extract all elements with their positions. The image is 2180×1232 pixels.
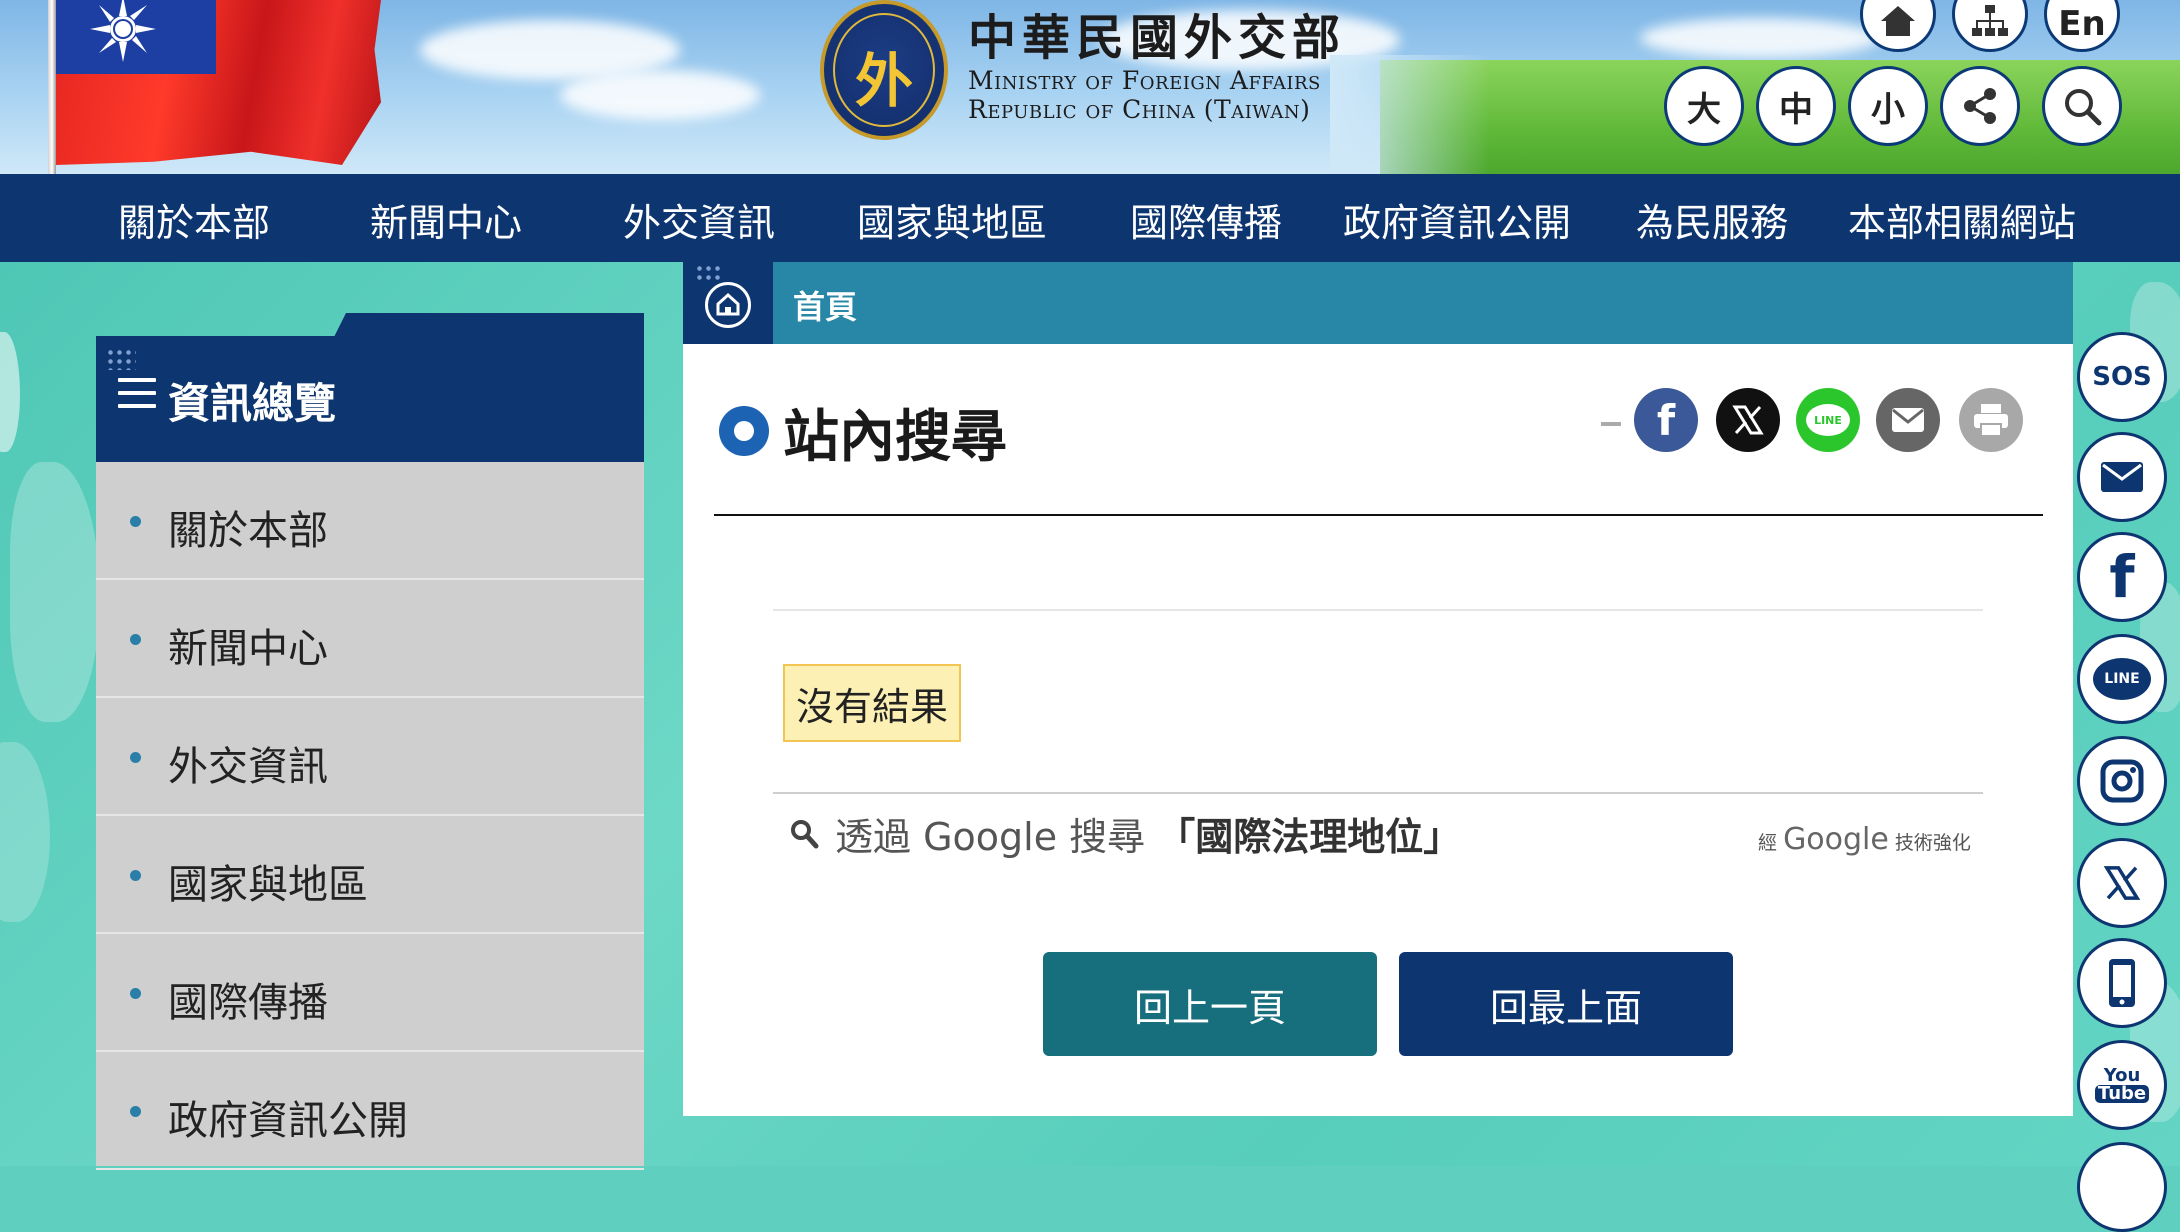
- cloud-decoration: [1640, 18, 1880, 58]
- cloud-decoration: [560, 70, 760, 120]
- line-icon: LINE: [1806, 404, 1850, 436]
- x-icon: [1732, 405, 1764, 435]
- sitemap-icon: [1972, 5, 2008, 36]
- instagram-button[interactable]: [2077, 736, 2167, 826]
- sidebar-item-about[interactable]: 關於本部: [96, 462, 644, 580]
- print-button[interactable]: [1959, 388, 2023, 452]
- no-result-message: 沒有結果: [783, 664, 961, 742]
- powered-by-google: 經 Google 技術強化: [1758, 822, 1971, 857]
- main-content: 站內搜尋 f LINE 沒有結果 透過 Google 搜尋 「國際法理地位」 經…: [683, 344, 2073, 1116]
- ministry-logo[interactable]: 外 中華民國外交部 Ministry of Foreign Affairs Re…: [820, 0, 1350, 150]
- main-nav: 關於本部 新聞中心 外交資訊 國家與地區 國際傳播 政府資訊公開 為民服務 本部…: [0, 174, 2180, 262]
- print-icon: [1974, 404, 2008, 437]
- breadcrumb-home-label[interactable]: 首頁: [793, 282, 857, 328]
- white-sun-icon: [90, 0, 156, 62]
- share-x-button[interactable]: [1716, 388, 1780, 452]
- search-button[interactable]: [2042, 66, 2122, 146]
- facebook-icon: f: [1656, 395, 1676, 445]
- sos-button[interactable]: SOS: [2077, 332, 2167, 422]
- sitemap-button[interactable]: [1952, 0, 2028, 52]
- facebook-icon: f: [2109, 543, 2135, 611]
- nav-item-international-communication[interactable]: 國際傳播: [1130, 192, 1282, 247]
- share-button[interactable]: [1940, 66, 2020, 146]
- font-size-large-button[interactable]: 大: [1664, 66, 1744, 146]
- search-icon: [2065, 89, 2102, 126]
- sidebar-item-news[interactable]: 新聞中心: [96, 580, 644, 698]
- home-icon: [705, 282, 751, 328]
- sidebar-item-diplomacy[interactable]: 外交資訊: [96, 698, 644, 816]
- nav-item-about[interactable]: 關於本部: [118, 192, 270, 247]
- nav-item-government-information[interactable]: 政府資訊公開: [1343, 192, 1571, 247]
- x-icon: [2103, 866, 2141, 900]
- facebook-button[interactable]: f: [2077, 532, 2167, 622]
- ministry-emblem: 外: [820, 0, 948, 140]
- more-social-button[interactable]: [2077, 1142, 2167, 1232]
- mail-icon: [2101, 462, 2143, 492]
- share-icon: [1964, 88, 1996, 124]
- page-title: 站內搜尋: [783, 405, 1007, 470]
- sidebar-item-government-information[interactable]: 政府資訊公開: [96, 1052, 644, 1170]
- english-button[interactable]: En: [2044, 0, 2120, 52]
- site-header: 外 中華民國外交部 Ministry of Foreign Affairs Re…: [0, 0, 2180, 174]
- google-search-link[interactable]: 透過 Google 搜尋 「國際法理地位」: [835, 806, 1461, 861]
- font-size-small-button[interactable]: 小: [1848, 66, 1928, 146]
- mobile-button[interactable]: [2077, 938, 2167, 1028]
- instagram-icon: [2100, 759, 2144, 803]
- breadcrumb: 首頁: [683, 262, 2073, 344]
- line-button[interactable]: LINE: [2077, 634, 2167, 724]
- font-size-medium-button[interactable]: 中: [1756, 66, 1836, 146]
- back-button[interactable]: 回上一頁: [1043, 952, 1377, 1056]
- sidebar-item-international-communication[interactable]: 國際傳播: [96, 934, 644, 1052]
- nav-item-related-sites[interactable]: 本部相關網站: [1848, 192, 2076, 247]
- share-email-button[interactable]: [1876, 388, 1940, 452]
- breadcrumb-home[interactable]: [683, 262, 773, 344]
- menu-icon: [118, 378, 156, 412]
- sos-icon: SOS: [2092, 362, 2152, 392]
- line-icon: LINE: [2093, 658, 2151, 700]
- nav-item-citizen-services[interactable]: 為民服務: [1636, 192, 1788, 247]
- sidebar-menu: 關於本部 新聞中心 外交資訊 國家與地區 國際傳播 政府資訊公開: [96, 462, 644, 1170]
- share-line-button[interactable]: LINE: [1796, 388, 1860, 452]
- nav-item-news[interactable]: 新聞中心: [370, 192, 522, 247]
- logo-chinese-name: 中華民國外交部: [968, 10, 1347, 66]
- roc-flag: [56, 0, 381, 165]
- nav-item-diplomacy[interactable]: 外交資訊: [623, 192, 775, 247]
- sidebar-header: 資訊總覽: [96, 336, 644, 462]
- share-facebook-button[interactable]: f: [1634, 388, 1698, 452]
- nav-item-countries[interactable]: 國家與地區: [857, 192, 1047, 247]
- title-bullet-icon: [719, 406, 769, 456]
- home-icon: [1881, 6, 1915, 36]
- sidebar-title: 資訊總覽: [168, 379, 337, 428]
- youtube-button[interactable]: You Tube: [2077, 1040, 2167, 1130]
- title-divider: [714, 514, 2043, 516]
- search-icon: [791, 820, 819, 849]
- back-to-top-button[interactable]: 回最上面: [1399, 952, 1733, 1056]
- mobile-icon: [2109, 959, 2135, 1007]
- logo-english-name: Ministry of Foreign Affairs Republic of …: [968, 66, 1321, 124]
- x-button[interactable]: [2077, 838, 2167, 928]
- mail-button[interactable]: [2077, 432, 2167, 522]
- sidebar-item-countries[interactable]: 國家與地區: [96, 816, 644, 934]
- email-icon: [1892, 408, 1924, 432]
- flagpole: [48, 0, 56, 174]
